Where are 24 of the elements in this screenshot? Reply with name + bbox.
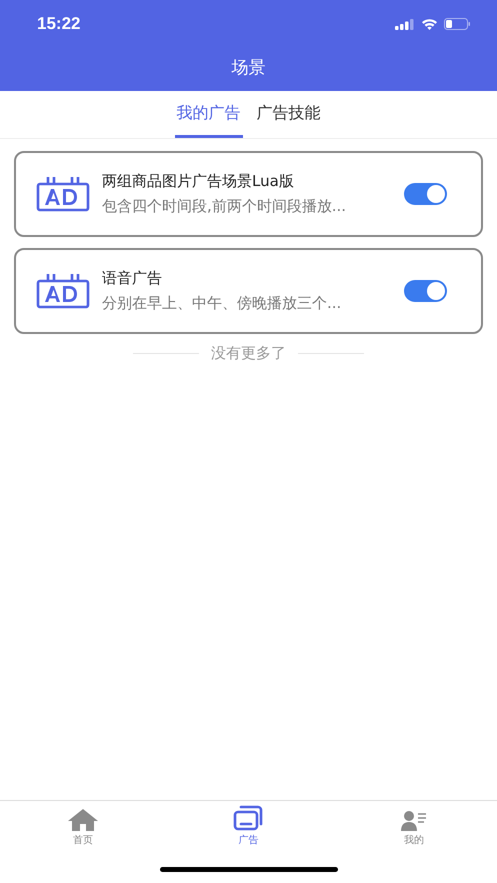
- signal-icon: [395, 18, 415, 30]
- toggle-switch[interactable]: [404, 183, 447, 205]
- page-title: 场景: [230, 57, 266, 79]
- windows-icon: [233, 805, 264, 831]
- user-icon: [401, 811, 428, 831]
- status-time: 15:22: [37, 14, 80, 34]
- ad-description: 包含四个时间段,前两个时间段播放...: [102, 197, 348, 216]
- tab-bar-item[interactable]: 我的: [364, 805, 464, 855]
- tab[interactable]: 广告技能: [254, 91, 322, 138]
- ad-title: 语音广告: [102, 269, 163, 288]
- toggle-switch[interactable]: [404, 280, 447, 302]
- tab[interactable]: 我的广告: [174, 91, 242, 138]
- battery-icon: [444, 18, 471, 30]
- ad-title: 两组商品图片广告场景Lua版: [102, 172, 295, 191]
- ad-description: 分别在早上、中午、傍晚播放三个...: [102, 294, 342, 313]
- home-icon: [68, 809, 98, 831]
- ad-card[interactable]: 两组商品图片广告场景Lua版 包含四个时间段,前两个时间段播放...: [14, 151, 483, 237]
- ad-icon: [36, 176, 90, 212]
- ad-icon: [36, 273, 90, 309]
- tab-bar-item[interactable]: 首页: [32, 805, 133, 855]
- tab-bar-item[interactable]: 广告: [198, 805, 298, 855]
- list-end-text: 没有更多了: [211, 344, 286, 363]
- ad-card[interactable]: 语音广告 分别在早上、中午、傍晚播放三个...: [14, 248, 483, 334]
- wifi-icon: [421, 18, 438, 30]
